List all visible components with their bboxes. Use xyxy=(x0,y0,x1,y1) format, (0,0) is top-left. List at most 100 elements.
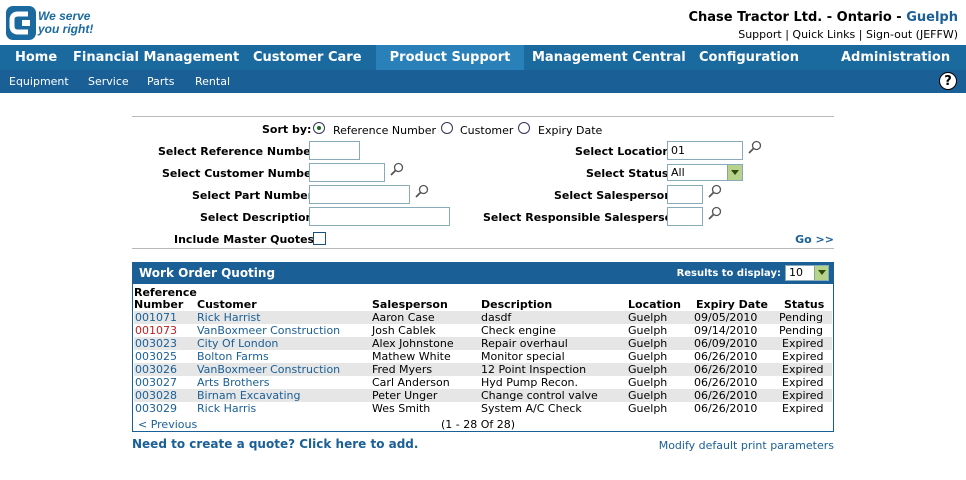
salesperson-input[interactable] xyxy=(667,185,703,204)
results-to-display-label: Results to display: xyxy=(676,268,781,279)
create-quote-link[interactable]: Need to create a quote? Click here to ad… xyxy=(132,437,418,451)
nav-product-support[interactable]: Product Support xyxy=(376,45,524,70)
status-select[interactable]: All xyxy=(667,164,743,181)
go-button[interactable]: Go >> xyxy=(795,233,834,246)
cell-salesperson: Alex Johnstone xyxy=(372,337,454,350)
part-number-input[interactable] xyxy=(309,185,410,204)
logo-mark-icon xyxy=(6,6,36,40)
subnav-rental[interactable]: Rental xyxy=(195,70,230,93)
col-header-expiry-date: Expiry Date xyxy=(696,298,768,311)
company-location: Guelph xyxy=(906,10,958,25)
sort-option-customer: Customer xyxy=(460,124,514,137)
table-row[interactable]: 003026 VanBoxmeer Construction Fred Myer… xyxy=(134,363,832,376)
cell-reference[interactable]: 001073 xyxy=(135,324,177,337)
cell-customer[interactable]: Birnam Excavating xyxy=(197,389,301,402)
col-header-reference-2: Number xyxy=(134,298,184,311)
previous-page-link[interactable]: < Previous xyxy=(138,418,197,431)
print-parameters-link[interactable]: Modify default print parameters xyxy=(659,439,834,452)
quick-links-link[interactable]: Quick Links xyxy=(792,28,855,41)
status-select-value: All xyxy=(671,166,685,179)
cell-customer[interactable]: VanBoxmeer Construction xyxy=(197,324,340,337)
sort-option-reference: Reference Number xyxy=(333,124,437,137)
cell-customer[interactable]: Rick Harris xyxy=(197,402,256,415)
cell-reference[interactable]: 001071 xyxy=(135,311,177,324)
subnav-service[interactable]: Service xyxy=(88,70,129,93)
salesperson-search-icon[interactable] xyxy=(708,184,722,198)
col-header-description: Description xyxy=(481,298,553,311)
company-logo[interactable]: We serve you right! xyxy=(6,6,101,40)
cell-expiry-date: 09/05/2010 xyxy=(694,311,758,324)
sort-radio-reference[interactable] xyxy=(313,122,325,134)
description-input[interactable] xyxy=(309,207,450,226)
cell-description: dasdf xyxy=(481,311,512,324)
col-header-status: Status xyxy=(784,298,825,311)
results-to-display-select[interactable]: 10 xyxy=(785,265,829,281)
ref-number-input[interactable] xyxy=(309,141,360,160)
cell-reference[interactable]: 003028 xyxy=(135,389,177,402)
cell-salesperson: Aaron Case xyxy=(372,311,435,324)
table-row[interactable]: 003028 Birnam Excavating Peter Unger Cha… xyxy=(134,389,832,402)
pagination-summary: (1 - 28 Of 28) xyxy=(441,418,516,431)
table-row[interactable]: 003023 City Of London Alex Johnstone Rep… xyxy=(134,337,832,350)
nav-administration[interactable]: Administration xyxy=(841,45,950,70)
help-icon[interactable]: ? xyxy=(939,72,957,90)
cell-location: Guelph xyxy=(628,376,668,389)
form-divider-bottom xyxy=(132,248,834,249)
cell-expiry-date: 06/09/2010 xyxy=(694,337,758,350)
top-links: Support | Quick Links | Sign-out (JEFFW) xyxy=(738,28,958,41)
table-row[interactable]: 003027 Arts Brothers Carl Anderson Hyd P… xyxy=(134,376,832,389)
panel-title: Work Order Quoting xyxy=(139,266,276,280)
master-quotes-checkbox[interactable] xyxy=(313,232,326,245)
responsible-salesperson-input[interactable] xyxy=(667,207,703,226)
cell-salesperson: Wes Smith xyxy=(372,402,431,415)
location-search-icon[interactable] xyxy=(748,140,762,154)
cell-status: Expired xyxy=(782,350,824,363)
results-panel-header: Work Order Quoting Results to display: 1… xyxy=(133,263,833,284)
table-row[interactable]: 003029 Rick Harris Wes Smith System A/C … xyxy=(134,402,832,415)
cell-customer[interactable]: City Of London xyxy=(197,337,278,350)
cell-status: Expired xyxy=(782,402,824,415)
cell-customer[interactable]: Bolton Farms xyxy=(197,350,269,363)
nav-financial-management[interactable]: Financial Management xyxy=(73,45,239,70)
subnav-parts[interactable]: Parts xyxy=(147,70,174,93)
sign-out-link[interactable]: Sign-out (JEFFW) xyxy=(866,28,958,41)
col-header-location: Location xyxy=(628,298,681,311)
customer-number-input[interactable] xyxy=(309,163,385,182)
cell-reference[interactable]: 003025 xyxy=(135,350,177,363)
link-separator: | xyxy=(785,28,789,41)
responsible-salesperson-search-icon[interactable] xyxy=(708,206,722,220)
col-header-customer: Customer xyxy=(197,298,257,311)
nav-configuration[interactable]: Configuration xyxy=(699,45,799,70)
sort-by-label: Sort by: xyxy=(262,123,312,136)
chevron-down-icon xyxy=(727,165,742,180)
cell-reference[interactable]: 003027 xyxy=(135,376,177,389)
subnav-equipment[interactable]: Equipment xyxy=(9,70,69,93)
sort-radio-expiry[interactable] xyxy=(518,122,530,134)
salesperson-label: Select Salesperson: xyxy=(554,189,677,202)
cell-reference[interactable]: 003026 xyxy=(135,363,177,376)
cell-reference[interactable]: 003029 xyxy=(135,402,177,415)
nav-customer-care[interactable]: Customer Care xyxy=(253,45,362,70)
cell-location: Guelph xyxy=(628,350,668,363)
part-number-label: Select Part Number: xyxy=(192,189,318,202)
col-header-salesperson: Salesperson xyxy=(372,298,448,311)
cell-reference[interactable]: 003023 xyxy=(135,337,177,350)
cell-status: Pending xyxy=(779,324,823,337)
cell-customer[interactable]: Rick Harrist xyxy=(197,311,261,324)
nav-management-central[interactable]: Management Central xyxy=(532,45,686,70)
table-row[interactable]: 003025 Bolton Farms Mathew White Monitor… xyxy=(134,350,832,363)
cell-customer[interactable]: VanBoxmeer Construction xyxy=(197,363,340,376)
cell-status: Expired xyxy=(782,376,824,389)
company-title: Chase Tractor Ltd. - Ontario - Guelph xyxy=(688,10,958,25)
support-link[interactable]: Support xyxy=(738,28,781,41)
nav-home[interactable]: Home xyxy=(15,45,57,70)
part-search-icon[interactable] xyxy=(415,184,429,198)
table-row[interactable]: 001073 VanBoxmeer Construction Josh Cabl… xyxy=(134,324,832,337)
cell-customer[interactable]: Arts Brothers xyxy=(197,376,269,389)
location-input[interactable]: 01 xyxy=(667,141,743,160)
customer-search-icon[interactable] xyxy=(390,162,404,176)
cell-status: Expired xyxy=(782,363,824,376)
sort-radio-customer[interactable] xyxy=(441,122,453,134)
table-row[interactable]: 001071 Rick Harrist Aaron Case dasdf Gue… xyxy=(134,311,832,324)
cell-description: 12 Point Inspection xyxy=(481,363,587,376)
